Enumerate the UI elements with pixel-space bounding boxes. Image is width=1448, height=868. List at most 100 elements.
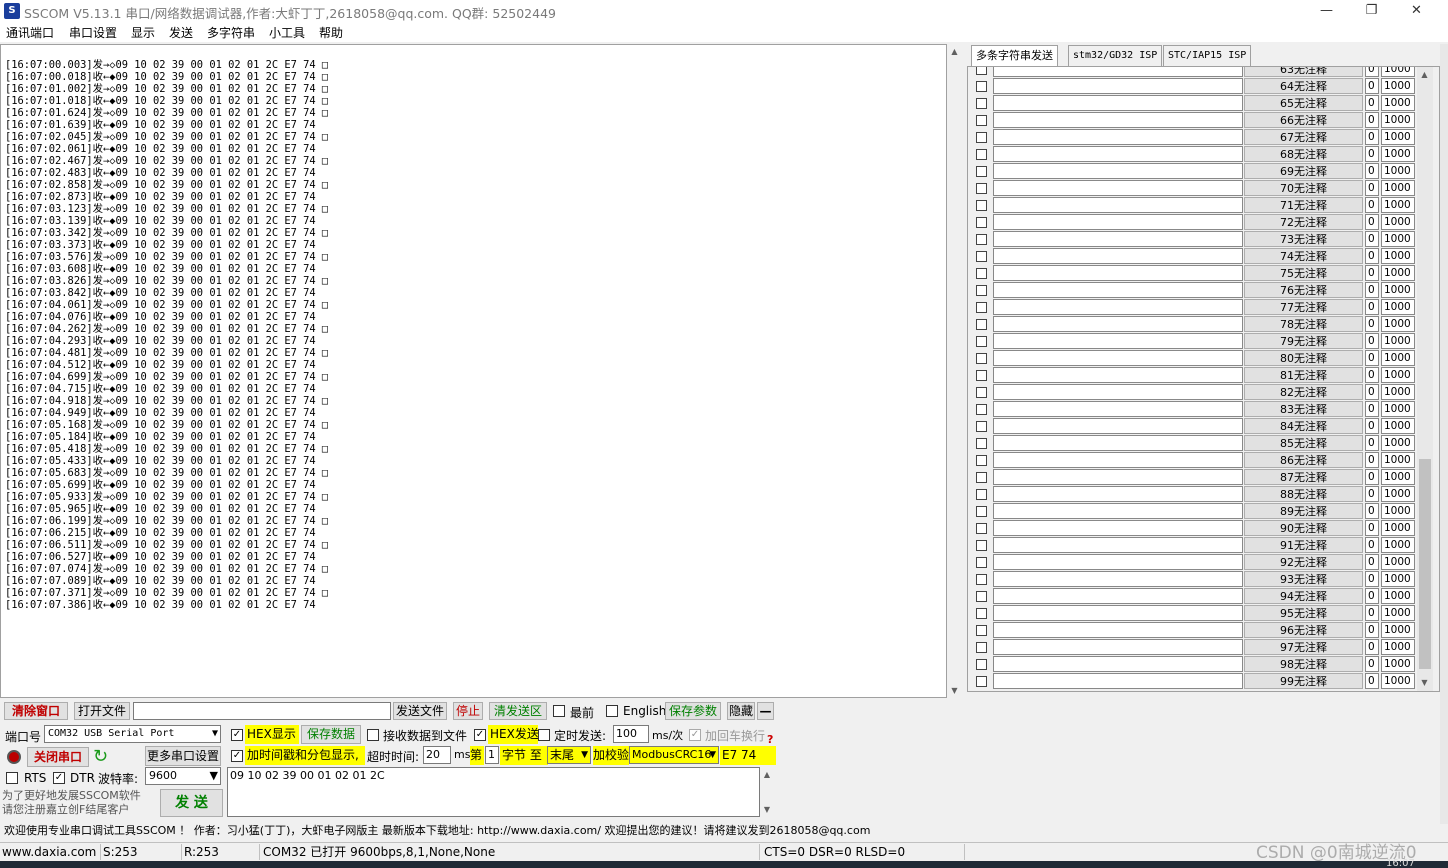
row-enable-checkbox[interactable] [976, 200, 987, 211]
row-send-button[interactable]: 95无注释 [1244, 605, 1363, 621]
row-delay-input[interactable]: 1000 [1381, 180, 1415, 196]
row-enable-checkbox[interactable] [976, 302, 987, 313]
hide-button[interactable]: 隐藏 [727, 702, 755, 720]
refresh-icon[interactable]: ↻ [93, 746, 108, 767]
row-order-input[interactable]: 0 [1365, 656, 1379, 672]
row-string-input[interactable] [993, 384, 1243, 400]
row-string-input[interactable] [993, 146, 1243, 162]
row-delay-input[interactable]: 1000 [1381, 656, 1415, 672]
row-send-button[interactable]: 77无注释 [1244, 299, 1363, 315]
row-order-input[interactable]: 0 [1365, 95, 1379, 111]
row-enable-checkbox[interactable] [976, 642, 987, 653]
menu-tools[interactable]: 小工具 [269, 24, 305, 41]
row-string-input[interactable] [993, 673, 1243, 689]
file-path-input[interactable] [133, 702, 391, 720]
row-enable-checkbox[interactable] [976, 676, 987, 687]
row-order-input[interactable]: 0 [1365, 67, 1379, 77]
row-send-button[interactable]: 76无注释 [1244, 282, 1363, 298]
row-order-input[interactable]: 0 [1365, 299, 1379, 315]
row-enable-checkbox[interactable] [976, 183, 987, 194]
row-send-button[interactable]: 69无注释 [1244, 163, 1363, 179]
hex-send-checkbox[interactable]: ✓ [474, 729, 486, 741]
row-send-button[interactable]: 98无注释 [1244, 656, 1363, 672]
row-send-button[interactable]: 80无注释 [1244, 350, 1363, 366]
row-send-button[interactable]: 73无注释 [1244, 231, 1363, 247]
row-enable-checkbox[interactable] [976, 659, 987, 670]
row-delay-input[interactable]: 1000 [1381, 129, 1415, 145]
row-string-input[interactable] [993, 282, 1243, 298]
row-send-button[interactable]: 74无注释 [1244, 248, 1363, 264]
row-order-input[interactable]: 0 [1365, 146, 1379, 162]
row-order-input[interactable]: 0 [1365, 554, 1379, 570]
row-delay-input[interactable]: 1000 [1381, 67, 1415, 77]
row-string-input[interactable] [993, 78, 1243, 94]
status-site[interactable]: www.daxia.com [0, 844, 101, 860]
row-send-button[interactable]: 86无注释 [1244, 452, 1363, 468]
row-string-input[interactable] [993, 316, 1243, 332]
row-enable-checkbox[interactable] [976, 421, 987, 432]
row-order-input[interactable]: 0 [1365, 180, 1379, 196]
row-delay-input[interactable]: 1000 [1381, 78, 1415, 94]
scroll-down-icon[interactable]: ▼ [947, 683, 962, 698]
row-order-input[interactable]: 0 [1365, 78, 1379, 94]
row-delay-input[interactable]: 1000 [1381, 520, 1415, 536]
row-delay-input[interactable]: 1000 [1381, 537, 1415, 553]
row-enable-checkbox[interactable] [976, 217, 987, 228]
row-string-input[interactable] [993, 333, 1243, 349]
row-string-input[interactable] [993, 248, 1243, 264]
byte-index-input[interactable]: 1 [485, 746, 499, 764]
row-string-input[interactable] [993, 520, 1243, 536]
row-delay-input[interactable]: 1000 [1381, 452, 1415, 468]
tab-stc-isp[interactable]: STC/IAP15 ISP [1163, 45, 1252, 66]
row-string-input[interactable] [993, 639, 1243, 655]
row-order-input[interactable]: 0 [1365, 350, 1379, 366]
topmost-checkbox[interactable] [553, 705, 565, 717]
row-order-input[interactable]: 0 [1365, 588, 1379, 604]
row-string-input[interactable] [993, 163, 1243, 179]
row-send-button[interactable]: 81无注释 [1244, 367, 1363, 383]
row-order-input[interactable]: 0 [1365, 197, 1379, 213]
row-delay-input[interactable]: 1000 [1381, 588, 1415, 604]
row-send-button[interactable]: 65无注释 [1244, 95, 1363, 111]
tab-stm32-isp[interactable]: stm32/GD32 ISP [1068, 45, 1163, 66]
row-enable-checkbox[interactable] [976, 234, 987, 245]
send-file-button[interactable]: 发送文件 [393, 702, 447, 720]
row-delay-input[interactable]: 1000 [1381, 112, 1415, 128]
row-order-input[interactable]: 0 [1365, 571, 1379, 587]
row-enable-checkbox[interactable] [976, 625, 987, 636]
row-delay-input[interactable]: 1000 [1381, 146, 1415, 162]
tail-select[interactable]: 末尾 ▼ [547, 746, 591, 764]
row-order-input[interactable]: 0 [1365, 163, 1379, 179]
multi-string-scrollbar[interactable]: ▲ ▼ [1417, 67, 1433, 691]
row-enable-checkbox[interactable] [976, 336, 987, 347]
row-delay-input[interactable]: 1000 [1381, 401, 1415, 417]
row-send-button[interactable]: 82无注释 [1244, 384, 1363, 400]
row-delay-input[interactable]: 1000 [1381, 469, 1415, 485]
row-send-button[interactable]: 90无注释 [1244, 520, 1363, 536]
close-port-button[interactable]: 关闭串口 [27, 747, 89, 767]
row-order-input[interactable]: 0 [1365, 129, 1379, 145]
menu-multi-string[interactable]: 多字符串 [207, 24, 255, 41]
row-string-input[interactable] [993, 214, 1243, 230]
window-edge-scrollbar[interactable] [1440, 44, 1448, 824]
row-string-input[interactable] [993, 486, 1243, 502]
row-send-button[interactable]: 64无注释 [1244, 78, 1363, 94]
close-button[interactable]: ✕ [1394, 0, 1439, 22]
row-string-input[interactable] [993, 265, 1243, 281]
checksum-select[interactable]: ModbusCRC16 ▼ [629, 746, 719, 764]
row-send-button[interactable]: 97无注释 [1244, 639, 1363, 655]
row-string-input[interactable] [993, 197, 1243, 213]
row-send-button[interactable]: 94无注释 [1244, 588, 1363, 604]
row-enable-checkbox[interactable] [976, 557, 987, 568]
save-params-button[interactable]: 保存参数 [665, 702, 721, 720]
row-send-button[interactable]: 99无注释 [1244, 673, 1363, 689]
menu-help[interactable]: 帮助 [319, 24, 343, 41]
clear-window-button[interactable]: 清除窗口 [4, 702, 68, 720]
row-enable-checkbox[interactable] [976, 523, 987, 534]
rts-checkbox[interactable] [6, 772, 18, 784]
tab-multi-string[interactable]: 多条字符串发送 [971, 45, 1058, 66]
row-string-input[interactable] [993, 605, 1243, 621]
row-order-input[interactable]: 0 [1365, 622, 1379, 638]
row-enable-checkbox[interactable] [976, 574, 987, 585]
receive-log-pane[interactable]: [16:07:00.003]发→◇09 10 02 39 00 01 02 01… [0, 44, 947, 698]
